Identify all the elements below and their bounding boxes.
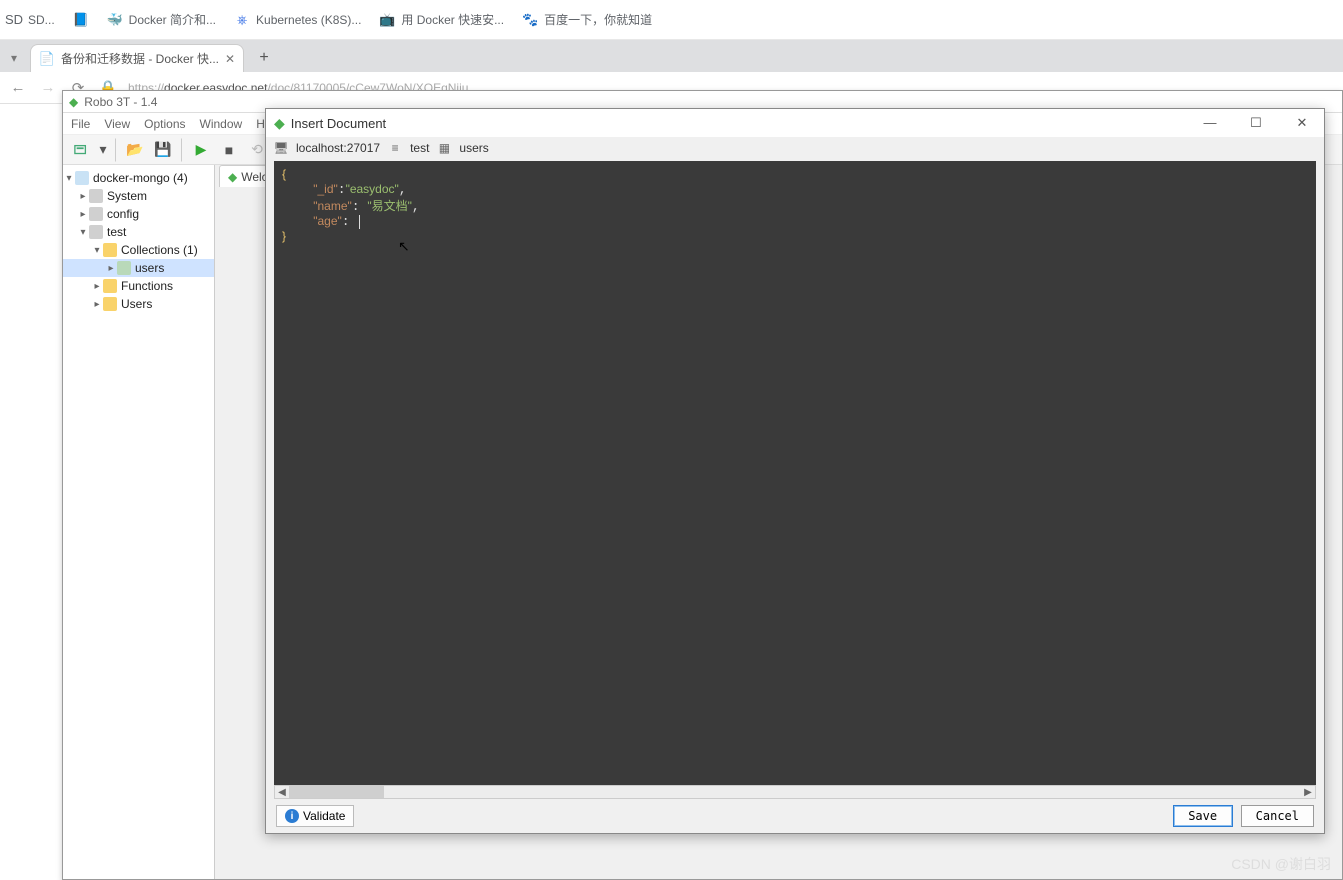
watermark-text: CSDN @谢白羽: [1231, 854, 1331, 874]
database-icon: [89, 225, 103, 239]
scrollbar-thumb[interactable]: [289, 786, 384, 798]
menu-options[interactable]: Options: [144, 117, 185, 131]
dialog-titlebar[interactable]: ◆ Insert Document — ☐ ✕: [266, 109, 1324, 137]
baidu-icon: 🐾: [522, 12, 538, 28]
scroll-right-icon[interactable]: ▶: [1301, 787, 1315, 798]
context-collection: users: [459, 141, 488, 155]
toolbar-separator: [115, 138, 117, 162]
bookmark-item[interactable]: 🐾百度一下，你就知道: [522, 11, 652, 28]
horizontal-scrollbar[interactable]: ◀ ▶: [274, 785, 1316, 799]
menu-file[interactable]: File: [71, 117, 90, 131]
database-icon: [89, 207, 103, 221]
robo3t-icon: ◆: [228, 170, 237, 184]
dialog-title: Insert Document: [291, 116, 386, 131]
new-tab-button[interactable]: +: [250, 44, 278, 72]
open-button[interactable]: 📂: [123, 138, 147, 162]
minimize-button[interactable]: —: [1196, 115, 1224, 131]
collection-icon: [117, 261, 131, 275]
database-icon: [89, 189, 103, 203]
json-editor[interactable]: { "_id":"easydoc", "name": "易文档", "age":…: [274, 161, 1316, 785]
docker-icon: 🐳: [107, 12, 123, 28]
tab-back-button[interactable]: ▾: [2, 44, 26, 72]
bookmark-item[interactable]: 📺用 Docker 快速安...: [379, 11, 504, 28]
tab-favicon: 📄: [39, 51, 55, 67]
browser-tab[interactable]: 📄 备份和迁移数据 - Docker 快... ✕: [30, 44, 244, 72]
robo3t-icon: ◆: [274, 115, 285, 132]
menu-window[interactable]: Window: [200, 117, 243, 131]
run-button[interactable]: ▶: [189, 138, 213, 162]
stop-button[interactable]: ■: [217, 138, 241, 162]
tree-collection-users[interactable]: ▸users: [63, 259, 214, 277]
tree-connection[interactable]: ▾docker-mongo (4): [63, 169, 214, 187]
context-db: test: [410, 141, 429, 155]
robo3t-title: Robo 3T - 1.4: [84, 95, 157, 109]
tree-users[interactable]: ▸Users: [63, 295, 214, 313]
tree-db-system[interactable]: ▸System: [63, 187, 214, 205]
maximize-button[interactable]: ☐: [1242, 115, 1270, 131]
nav-back-button[interactable]: ←: [8, 79, 28, 96]
info-icon: i: [285, 809, 299, 823]
save-button[interactable]: Save: [1173, 805, 1233, 827]
connection-tree[interactable]: ▾docker-mongo (4) ▸System ▸config ▾test …: [63, 165, 215, 879]
toolbar-separator: [181, 138, 183, 162]
bookmark-item[interactable]: ⎈Kubernetes (K8S)...: [234, 12, 361, 28]
tab-label: Welc: [241, 170, 267, 184]
context-host: localhost:27017: [296, 141, 380, 155]
close-tab-icon[interactable]: ✕: [225, 52, 235, 66]
collection-icon: ▦: [437, 141, 451, 155]
bookmark-item[interactable]: 📘: [73, 12, 89, 28]
connect-button[interactable]: [69, 138, 93, 162]
insert-document-dialog: ◆ Insert Document — ☐ ✕ 🖥 localhost:27017…: [265, 108, 1325, 834]
tab-title: 备份和迁移数据 - Docker 快...: [61, 50, 219, 67]
bookmark-icon: 📘: [73, 12, 89, 28]
dialog-context-bar: 🖥 localhost:27017 ≡ test ▦ users: [266, 137, 1324, 159]
nav-forward-button[interactable]: →: [38, 79, 58, 96]
cancel-button[interactable]: Cancel: [1241, 805, 1314, 827]
scrollbar-track[interactable]: [289, 786, 1301, 798]
bookmarks-bar: SDSD... 📘 🐳Docker 简介和... ⎈Kubernetes (K8…: [0, 0, 1343, 40]
server-icon: 🖥: [274, 141, 288, 155]
tree-functions[interactable]: ▸Functions: [63, 277, 214, 295]
tab-strip: ▾ 📄 备份和迁移数据 - Docker 快... ✕ +: [0, 40, 1343, 72]
bookmark-item[interactable]: 🐳Docker 简介和...: [107, 11, 216, 28]
tv-icon: 📺: [379, 12, 395, 28]
folder-icon: [103, 297, 117, 311]
menu-view[interactable]: View: [104, 117, 130, 131]
folder-icon: [103, 279, 117, 293]
robo3t-icon: ◆: [69, 95, 78, 109]
folder-icon: [103, 243, 117, 257]
database-icon: ≡: [388, 141, 402, 155]
validate-button[interactable]: i Validate: [276, 805, 354, 827]
text-cursor: [359, 215, 360, 229]
tree-db-config[interactable]: ▸config: [63, 205, 214, 223]
connection-icon: [75, 171, 89, 185]
dropdown-icon[interactable]: ▾: [97, 138, 109, 162]
close-button[interactable]: ✕: [1288, 115, 1316, 131]
save-button[interactable]: 💾: [151, 138, 175, 162]
k8s-icon: ⎈: [234, 12, 250, 28]
scroll-left-icon[interactable]: ◀: [275, 787, 289, 798]
bookmark-item[interactable]: SDSD...: [6, 12, 55, 28]
dialog-footer: i Validate Save Cancel: [266, 799, 1324, 833]
bookmark-icon: SD: [6, 12, 22, 28]
tree-collections[interactable]: ▾Collections (1): [63, 241, 214, 259]
tree-db-test[interactable]: ▾test: [63, 223, 214, 241]
